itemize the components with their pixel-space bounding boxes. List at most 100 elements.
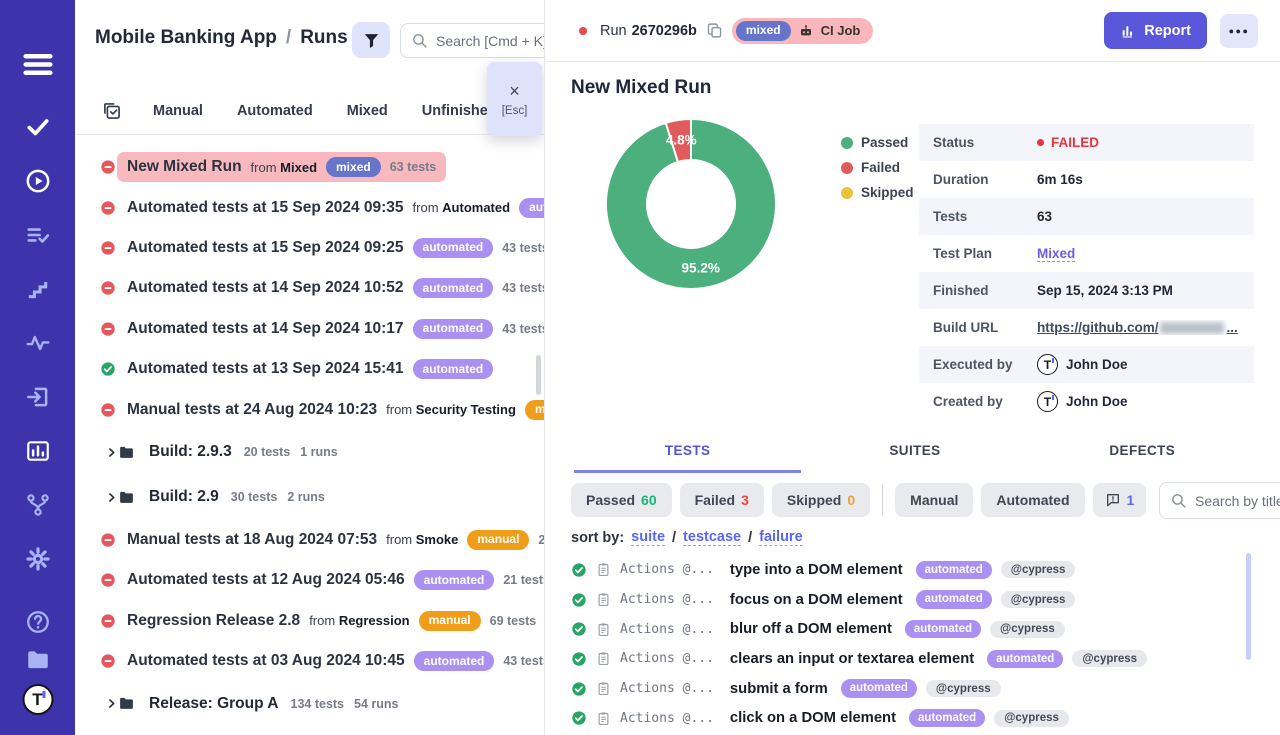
- sort-by-testcase[interactable]: testcase: [683, 529, 741, 546]
- tab-mixed[interactable]: Mixed: [347, 103, 388, 119]
- run-list-item[interactable]: Automated tests at 12 Aug 2024 05:46auto…: [75, 560, 544, 600]
- run-list-item[interactable]: Automated tests at 15 Sep 2024 09:35from…: [75, 187, 544, 227]
- run-from: from Regression: [309, 613, 409, 628]
- folder-row[interactable]: Build: 2.9.320 tests1 runs: [75, 430, 544, 475]
- info-row-finished: FinishedSep 15, 2024 3:13 PM: [919, 272, 1254, 309]
- sidebar-item-gear[interactable]: [25, 546, 51, 575]
- run-list-item[interactable]: New Mixed Runfrom Mixedmixed63 tests: [75, 147, 544, 187]
- folder-row[interactable]: Build: 2.930 tests2 runs: [75, 475, 544, 520]
- info-label: Tests: [933, 209, 1037, 224]
- sidebar-item-logo[interactable]: T: [22, 684, 53, 715]
- minus-circle-icon: [100, 240, 116, 256]
- filter-manual-button[interactable]: Manual: [895, 483, 973, 517]
- legend-item-failed: Failed: [841, 155, 914, 180]
- tab-defects[interactable]: DEFECTS: [1029, 443, 1256, 473]
- tests-scrollbar[interactable]: [1246, 553, 1251, 660]
- test-row[interactable]: Actions @...focus on a DOM elementautoma…: [571, 585, 1280, 615]
- test-row[interactable]: Actions @...click on a DOM elementautoma…: [571, 703, 1280, 733]
- tab-manual[interactable]: Manual: [153, 103, 203, 119]
- sidebar-item-folder[interactable]: [25, 647, 51, 676]
- more-actions-button[interactable]: ●●●: [1220, 14, 1258, 48]
- run-list-item[interactable]: Manual tests at 18 Aug 2024 07:53from Sm…: [75, 520, 544, 560]
- sort-by-suite[interactable]: suite: [631, 529, 665, 546]
- filter-label: Failed: [695, 492, 735, 508]
- test-row[interactable]: Actions @...blur off a DOM elementautoma…: [571, 614, 1280, 644]
- sidebar-item-bar-chart[interactable]: [25, 438, 51, 467]
- test-search-input[interactable]: [1195, 493, 1280, 509]
- minus-circle-icon: [100, 159, 116, 175]
- test-suite-name: Actions @...: [620, 711, 714, 726]
- sidebar-item-menu[interactable]: [21, 48, 54, 84]
- info-label: Build URL: [933, 320, 1037, 335]
- run-list-item[interactable]: Automated tests at 14 Sep 2024 10:17auto…: [75, 309, 544, 349]
- build-url-link[interactable]: https://github.com/...: [1037, 320, 1238, 335]
- run-list-item[interactable]: Manual tests at 24 Aug 2024 10:23from Se…: [75, 389, 544, 429]
- test-row[interactable]: Actions @...clears an input or textarea …: [571, 644, 1280, 674]
- info-row-tests: Tests63: [919, 198, 1254, 235]
- run-type-badge: mixed: [736, 21, 791, 41]
- info-label: Duration: [933, 172, 1037, 187]
- sidebar-item-activity[interactable]: [25, 330, 51, 359]
- run-title: Automated tests at 15 Sep 2024 09:35: [127, 199, 404, 217]
- filter-skipped-button[interactable]: Skipped0: [772, 483, 870, 517]
- info-row-duration: Duration6m 16s: [919, 161, 1254, 198]
- filter-failed-button[interactable]: Failed3: [680, 483, 764, 517]
- comments-filter-button[interactable]: 1: [1093, 483, 1147, 517]
- run-type-badge: automated: [519, 198, 544, 218]
- run-list-item[interactable]: Automated tests at 13 Sep 2024 15:41auto…: [75, 349, 544, 389]
- select-runs-icon[interactable]: [102, 101, 122, 121]
- test-search[interactable]: [1159, 482, 1280, 519]
- minus-circle-icon: [100, 200, 116, 216]
- sidebar-item-check[interactable]: [25, 114, 51, 143]
- status-text: FAILED: [1051, 135, 1099, 150]
- sidebar-item-play-circle[interactable]: [25, 168, 51, 197]
- folder-tests-count: 30 tests: [231, 490, 278, 504]
- run-list-item[interactable]: Automated tests at 14 Sep 2024 10:52auto…: [75, 268, 544, 308]
- legend-dot: [841, 137, 853, 149]
- sidebar-item-branch[interactable]: [25, 492, 51, 521]
- escape-label: [Esc]: [502, 105, 528, 117]
- sidebar-item-help[interactable]: [25, 609, 51, 638]
- runs-search-input[interactable]: [436, 33, 545, 49]
- ci-job-label: CI Job: [821, 23, 861, 38]
- tab-automated[interactable]: Automated: [237, 103, 313, 119]
- report-button[interactable]: Report: [1104, 12, 1207, 49]
- sort-by-failure[interactable]: failure: [759, 529, 803, 546]
- run-from: from Smoke: [386, 532, 458, 547]
- copy-run-id-button[interactable]: [706, 22, 723, 39]
- run-list-item[interactable]: Regression Release 2.8from Regressionman…: [75, 601, 544, 641]
- test-row[interactable]: Actions @...type into a DOM elementautom…: [571, 555, 1280, 585]
- tab-unfinished[interactable]: Unfinished: [422, 103, 497, 119]
- chevron-right-icon[interactable]: [105, 697, 118, 710]
- test-plan-link[interactable]: Mixed: [1037, 246, 1075, 262]
- test-row[interactable]: Actions @...submit a formautomated@cypre…: [571, 674, 1280, 704]
- run-list: New Mixed Runfrom Mixedmixed63 testsAuto…: [75, 147, 544, 735]
- runs-panel: Mobile Banking App / Runs ManualAutomate…: [75, 0, 545, 735]
- check-circle-icon: [571, 592, 587, 608]
- tab-suites[interactable]: SUITES: [801, 443, 1028, 473]
- status-failed: FAILED: [1037, 135, 1099, 150]
- login-icon: [25, 384, 51, 410]
- search-icon: [411, 32, 428, 49]
- escape-button[interactable]: × [Esc]: [487, 62, 542, 136]
- sidebar-item-steps[interactable]: [25, 276, 51, 305]
- tab-tests[interactable]: TESTS: [574, 443, 801, 473]
- sidebar-item-login[interactable]: [25, 384, 51, 413]
- detail-tabs: TESTSSUITESDEFECTS: [574, 443, 1256, 473]
- run-type-badge: automated: [413, 319, 494, 339]
- test-suite-name: Actions @...: [620, 651, 714, 666]
- run-list-item[interactable]: Automated tests at 03 Aug 2024 10:45auto…: [75, 641, 544, 681]
- runs-search[interactable]: [400, 23, 545, 58]
- minus-circle-icon: [100, 653, 116, 669]
- breadcrumb-project[interactable]: Mobile Banking App: [95, 27, 277, 49]
- folder-row[interactable]: Release: Group A134 tests54 runs: [75, 681, 544, 726]
- chevron-right-icon[interactable]: [105, 491, 118, 504]
- sidebar-item-list-check[interactable]: [25, 222, 51, 251]
- filter-automated-button[interactable]: Automated: [981, 483, 1084, 517]
- run-list-item[interactable]: Automated tests at 15 Sep 2024 09:25auto…: [75, 228, 544, 268]
- chevron-right-icon[interactable]: [105, 446, 118, 459]
- runs-scrollbar[interactable]: [536, 355, 541, 395]
- filter-button[interactable]: [352, 22, 390, 58]
- filter-passed-button[interactable]: Passed60: [571, 483, 672, 517]
- list-check-icon: [25, 222, 51, 248]
